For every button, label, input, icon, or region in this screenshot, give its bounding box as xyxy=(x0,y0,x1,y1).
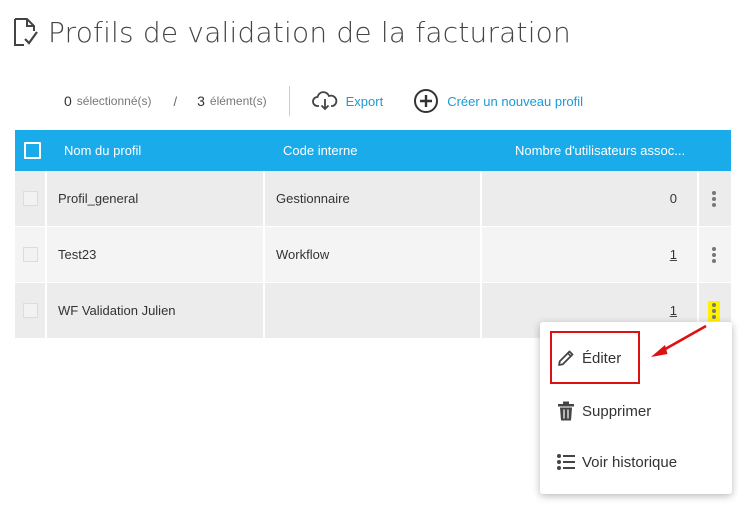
export-button[interactable]: Export xyxy=(311,91,384,111)
selected-label: sélectionné(s) xyxy=(76,94,152,108)
row-checkbox[interactable] xyxy=(15,283,47,338)
row-checkbox[interactable] xyxy=(15,227,47,282)
total-label: élément(s) xyxy=(209,94,267,108)
menu-item-history-label: Voir historique xyxy=(582,453,678,471)
checkbox-icon xyxy=(23,142,41,159)
column-header-actions xyxy=(713,130,731,171)
export-label: Export xyxy=(345,93,384,109)
annotation-arrow-icon xyxy=(651,324,707,357)
toolbar: 0 sélectionné(s) / 3 élément(s) Export C… xyxy=(64,86,583,116)
cell-name: Profil_general xyxy=(47,171,265,226)
column-header-code[interactable]: Code interne xyxy=(281,130,513,171)
cell-users: 0 xyxy=(482,171,699,226)
more-vertical-icon[interactable] xyxy=(708,189,720,209)
checkbox-icon xyxy=(22,303,38,318)
more-vertical-icon[interactable] xyxy=(708,245,720,265)
user-count: 0 xyxy=(669,191,677,206)
total-count: 3 xyxy=(197,93,205,109)
cell-code xyxy=(265,283,482,338)
menu-item-delete[interactable]: Supprimer xyxy=(556,400,651,422)
checkbox-icon xyxy=(22,191,38,206)
table-row[interactable]: Profil_general Gestionnaire 0 xyxy=(15,171,731,227)
more-vertical-icon[interactable] xyxy=(708,300,720,321)
table-header: Nom du profil Code interne Nombre d'util… xyxy=(15,130,731,171)
cell-users: 1 xyxy=(482,227,699,282)
create-profile-label: Créer un nouveau profil xyxy=(447,93,584,109)
cell-name: Test23 xyxy=(47,227,265,282)
user-count-link[interactable]: 1 xyxy=(670,247,677,262)
row-actions xyxy=(699,227,729,282)
document-check-icon xyxy=(12,17,38,47)
profiles-table: Nom du profil Code interne Nombre d'util… xyxy=(15,130,731,339)
trash-icon xyxy=(556,400,576,422)
cell-code: Workflow xyxy=(265,227,482,282)
menu-item-history[interactable]: Voir historique xyxy=(556,452,677,472)
cell-code: Gestionnaire xyxy=(265,171,482,226)
count-separator: / xyxy=(173,93,178,109)
cloud-download-icon xyxy=(311,91,338,111)
create-profile-button[interactable]: Créer un nouveau profil xyxy=(413,88,583,114)
user-count-link[interactable]: 1 xyxy=(670,303,677,318)
row-checkbox[interactable] xyxy=(15,171,47,226)
column-header-name[interactable]: Nom du profil xyxy=(49,130,281,171)
checkbox-icon xyxy=(22,247,38,262)
annotation-highlight-box xyxy=(550,331,640,384)
row-actions xyxy=(699,171,729,226)
plus-circle-icon xyxy=(413,88,439,114)
page-header: Profils de validation de la facturation xyxy=(12,14,571,50)
column-header-users[interactable]: Nombre d'utilisateurs assoc... xyxy=(513,130,713,171)
page-title: Profils de validation de la facturation xyxy=(48,15,571,49)
list-icon xyxy=(556,452,576,472)
toolbar-divider xyxy=(288,86,290,116)
select-all-checkbox[interactable] xyxy=(15,130,49,171)
menu-item-delete-label: Supprimer xyxy=(582,402,652,420)
selected-count: 0 xyxy=(64,93,72,109)
table-row[interactable]: Test23 Workflow 1 xyxy=(15,227,731,283)
cell-name: WF Validation Julien xyxy=(47,283,265,338)
